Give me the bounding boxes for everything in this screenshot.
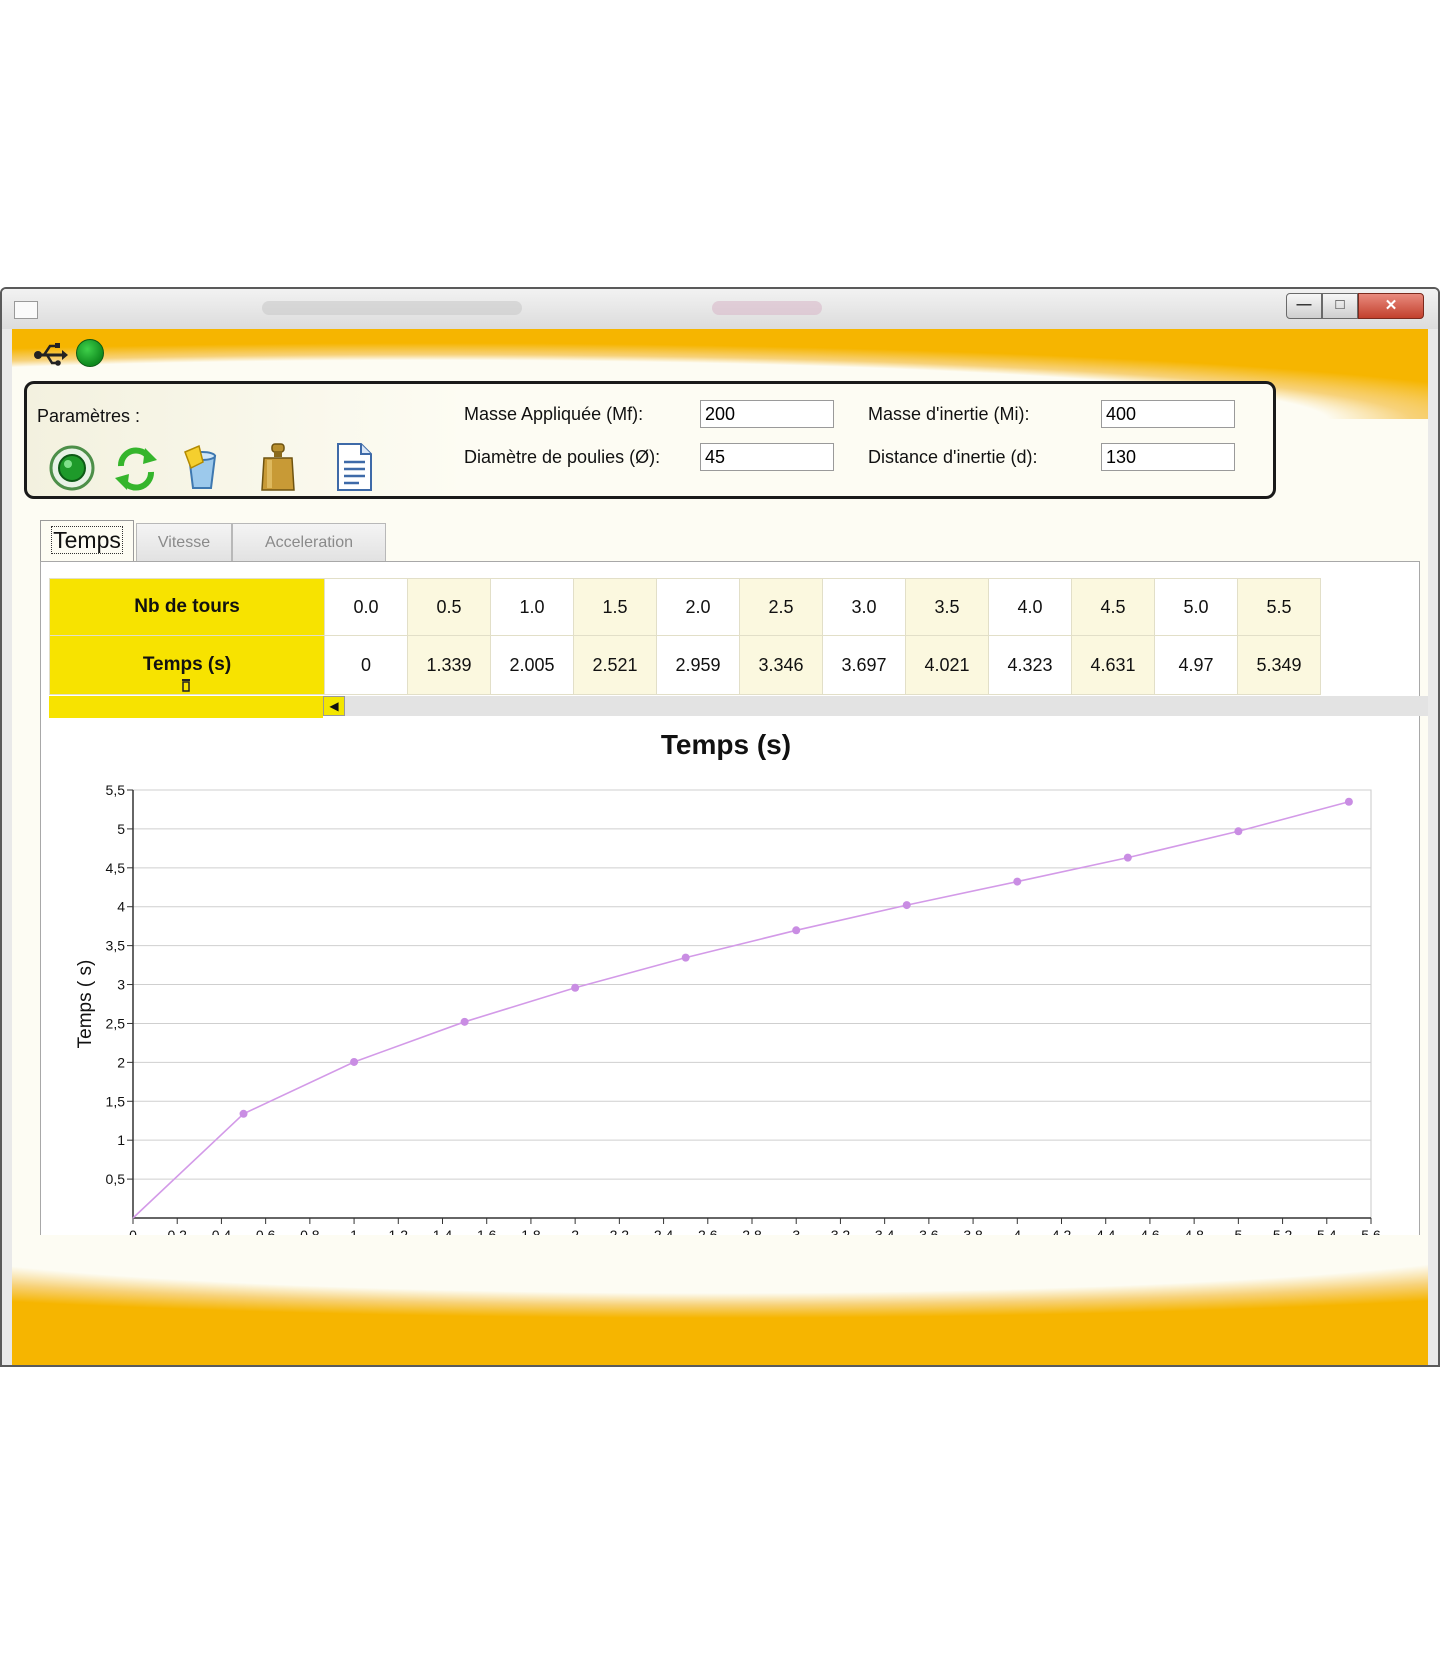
data-point <box>1013 877 1022 886</box>
plot-area <box>132 789 1372 1219</box>
data-point <box>792 926 801 935</box>
app-window: — □ ✕ Paramètres : Masse Appliquée (Mf):… <box>0 287 1440 1367</box>
y-tick-label: 3,5 <box>106 938 126 954</box>
parameters-panel: Paramètres : Masse Appliquée (Mf): 200 D… <box>24 381 1276 499</box>
tab-temps[interactable]: Temps <box>40 520 134 562</box>
chart-title: Temps (s) <box>661 729 791 760</box>
usb-icon <box>34 343 68 366</box>
y-tick-label: 4 <box>117 899 125 915</box>
tab-acceleration[interactable]: Acceleration <box>232 523 386 561</box>
y-axis-title: Temps ( s) <box>75 960 96 1049</box>
weight-icon[interactable] <box>255 442 301 492</box>
close-button[interactable]: ✕ <box>1358 293 1424 319</box>
data-point <box>1344 797 1353 806</box>
y-tick-label: 4,5 <box>106 860 126 876</box>
masse-appliquee-label: Masse Appliquée (Mf): <box>464 404 644 424</box>
masse-inertie-input[interactable] <box>1101 400 1235 428</box>
title-bar: — □ ✕ <box>2 289 1438 329</box>
data-point <box>350 1057 359 1066</box>
minimize-button[interactable]: — <box>1286 293 1322 319</box>
data-point <box>902 901 911 910</box>
tab-content: Nb de tours 0.0 0.5 1.0 1.5 2.0 2.5 3.0 … <box>40 561 1428 1291</box>
masse-inertie-label: Masse d'inertie (Mi): <box>868 404 1030 424</box>
y-tick-label: 2,5 <box>106 1015 126 1031</box>
tab-vitesse[interactable]: Vitesse <box>136 523 232 561</box>
y-tick-label: 2 <box>117 1054 125 1070</box>
y-tick-label: 3 <box>117 977 125 993</box>
parameters-title: Paramètres : <box>37 406 141 426</box>
footer-band <box>12 1235 1428 1365</box>
y-tick-label: 5,5 <box>106 782 126 798</box>
masse-appliquee-input[interactable] <box>700 400 834 428</box>
window-title <box>262 301 522 315</box>
maximize-button[interactable]: □ <box>1322 293 1358 319</box>
diametre-poulies-label: Diamètre de poulies (Ø): <box>464 447 661 467</box>
record-icon[interactable] <box>49 442 95 492</box>
maximize-icon: □ <box>1335 296 1345 313</box>
distance-inertie-input[interactable] <box>1101 443 1235 471</box>
y-tick-label: 0,5 <box>106 1171 126 1187</box>
data-point <box>1234 827 1243 836</box>
y-tick-label: 1 <box>117 1132 125 1148</box>
client-area: Paramètres : Masse Appliquée (Mf): 200 D… <box>12 329 1428 1365</box>
connection-status-led <box>76 339 104 367</box>
distance-inertie-label: Distance d'inertie (d): <box>868 447 1038 467</box>
time-chart: 0,511,522,533,544,555,500,20,40,60,811,2… <box>75 729 1381 1269</box>
close-icon: ✕ <box>1384 297 1398 314</box>
app-icon <box>14 301 38 319</box>
refresh-icon[interactable] <box>113 442 159 492</box>
document-icon[interactable] <box>331 442 377 492</box>
bucket-icon[interactable] <box>179 442 225 492</box>
window-title-secondary <box>712 301 822 315</box>
data-point <box>681 953 690 962</box>
data-point <box>571 983 580 992</box>
diametre-poulies-input[interactable] <box>700 443 834 471</box>
data-point <box>239 1109 248 1118</box>
data-point <box>460 1017 469 1026</box>
y-tick-label: 1,5 <box>106 1093 126 1109</box>
minimize-icon: — <box>1296 296 1312 313</box>
y-tick-label: 5 <box>117 821 125 837</box>
data-point <box>1123 853 1132 862</box>
